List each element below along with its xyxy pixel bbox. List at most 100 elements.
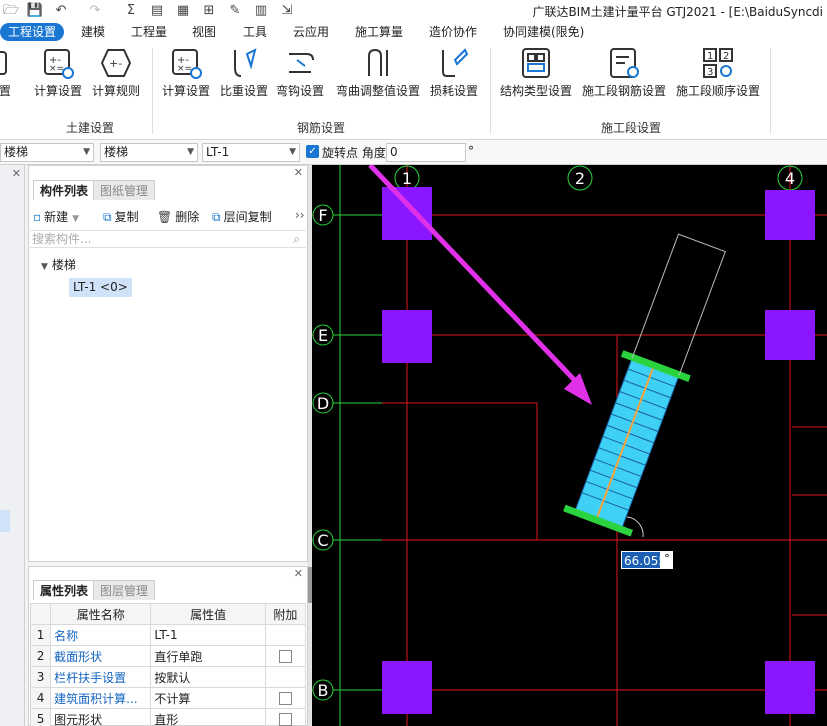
hook-settings-button[interactable]: 弯钩设置	[276, 46, 324, 99]
column[interactable]	[382, 310, 432, 363]
tab-property-list[interactable]: 属性列表	[33, 580, 96, 600]
header-name: 属性名称	[50, 603, 152, 625]
grid-icon[interactable]: ▦	[174, 2, 192, 20]
svg-text:+-: +-	[109, 57, 122, 70]
settings-icon	[0, 51, 7, 75]
drawing-canvas[interactable]: 1 2 4 F E D C B 66.055 °	[312, 165, 827, 726]
stage-order-settings-button[interactable]: 123 施工段顺序设置	[676, 46, 760, 99]
tab-project-settings[interactable]: 工程设置	[0, 23, 65, 41]
density-settings-button[interactable]: 比重设置	[220, 46, 268, 99]
degree-unit: °	[468, 144, 474, 158]
edit-icon[interactable]: ✎	[226, 2, 244, 20]
axis-label-left: B	[318, 681, 329, 700]
rebar-calc-settings-button[interactable]: +- ×= 计算设置	[162, 46, 210, 99]
sum-icon[interactable]: Σ	[122, 2, 140, 20]
close-icon[interactable]: ✕	[294, 166, 303, 179]
check-icon[interactable]: ⊞	[200, 2, 218, 20]
save-icon[interactable]: 💾	[26, 2, 44, 20]
search-icon: ⌕	[293, 232, 300, 246]
app-title: 广联达BIM土建计量平台 GTJ2021 - [E:\BaiduSyncdi	[532, 5, 823, 19]
table-row[interactable]: 1 名称 LT-1	[29, 624, 307, 646]
axis-label-top: 4	[785, 169, 795, 188]
bend-adjust-settings-button[interactable]: 弯曲调整值设置	[336, 46, 420, 99]
tab-cost[interactable]: 造价协作	[429, 23, 477, 41]
structure-type-settings-button[interactable]: 结构类型设置	[500, 46, 572, 99]
rotate-point-checkbox[interactable]: ✓	[306, 145, 319, 158]
new-button[interactable]: ▫ 新建 ▼	[33, 208, 79, 226]
calc-rules-icon: +-	[100, 49, 132, 77]
floor-copy-button[interactable]: ⧉ 层间复制	[212, 208, 272, 226]
bend-icon	[368, 48, 388, 76]
stage-rebar-settings-button[interactable]: 施工段钢筋设置	[582, 46, 666, 99]
tab-layer-management[interactable]: 图层管理	[93, 580, 156, 600]
tab-tools[interactable]: 工具	[243, 23, 267, 41]
angle-input[interactable]: 66.055	[621, 551, 666, 569]
tab-drawing-management[interactable]: 图纸管理	[93, 180, 156, 200]
axis-label-left: D	[317, 394, 329, 413]
component-combo[interactable]: LT-1 ▼	[202, 143, 300, 162]
cad-drawing[interactable]: 1 2 4 F E D C B	[312, 165, 827, 726]
column[interactable]	[382, 187, 432, 240]
calc-rules-button[interactable]: +- 计算规则	[92, 46, 140, 99]
nav-selection-marker	[0, 510, 10, 532]
column[interactable]	[765, 661, 815, 714]
column[interactable]	[382, 661, 432, 714]
axis-label-top: 1	[402, 169, 412, 188]
group-label-civil: 土建设置	[66, 121, 115, 135]
column[interactable]	[765, 310, 815, 360]
svg-text:×=: ×=	[49, 64, 64, 74]
angle-field[interactable]: 0	[386, 143, 466, 162]
copy-button[interactable]: ⧉ 复制	[103, 208, 139, 226]
undo-icon[interactable]: ↶	[52, 2, 70, 20]
category-combo[interactable]: 楼梯 ▼	[100, 143, 198, 162]
film-icon[interactable]: ▥	[252, 2, 270, 20]
extra-checkbox[interactable]	[278, 713, 292, 726]
ribbon-separator	[770, 48, 771, 134]
calc-settings-icon: +-×=	[44, 49, 74, 79]
header-extra: 附加	[264, 603, 307, 625]
more-icon[interactable]: ››	[295, 208, 305, 226]
export-icon[interactable]: ⇲	[278, 2, 296, 20]
table-row[interactable]: 5 图元形状 直形	[29, 708, 307, 726]
axis-label-top: 2	[575, 169, 585, 188]
tree-item-lt1[interactable]: LT-1 <0>	[69, 278, 132, 297]
stage-order-icon: 1 23	[703, 48, 733, 78]
table-row[interactable]: 4 建筑面积计算... 不计算	[29, 687, 307, 709]
angle-unit: °	[661, 551, 673, 569]
column[interactable]	[765, 190, 815, 240]
tree-node-stairs[interactable]: ▼ 楼梯	[41, 256, 76, 273]
loss-settings-button[interactable]: 损耗设置	[430, 46, 478, 99]
header-value: 属性值	[150, 603, 266, 625]
tab-modeling[interactable]: 建模	[81, 23, 105, 41]
close-icon[interactable]: ✕	[294, 567, 303, 580]
open-icon[interactable]: 🗁	[2, 2, 20, 20]
tab-component-list[interactable]: 构件列表	[33, 180, 96, 200]
calc-settings-button[interactable]: +- ×= 计算设置	[34, 46, 82, 99]
table-row[interactable]: 2 截面形状 直行单跑	[29, 645, 307, 667]
trash-icon: 🗑	[157, 210, 173, 224]
chevron-down-icon: ▼	[187, 147, 194, 157]
close-icon[interactable]: ✕	[12, 167, 21, 180]
report-icon[interactable]: ▤	[148, 2, 166, 20]
expand-icon: ▼	[41, 262, 48, 272]
property-header-row: 属性名称 属性值 附加	[29, 603, 307, 625]
floor-combo[interactable]: 楼梯 ▼	[0, 143, 94, 162]
navigation-strip[interactable]: ✕	[0, 165, 25, 726]
title-bar: 🗁 💾 ↶ ↷ Σ ▤ ▦ ⊞ ✎ ▥ ⇲ 广联达BIM土建计量平台 GTJ20…	[0, 0, 827, 22]
header-index	[29, 603, 52, 625]
stair-lt1[interactable]	[563, 230, 736, 537]
extra-checkbox[interactable]	[278, 692, 292, 705]
table-row[interactable]: 3 栏杆扶手设置 按默认	[29, 666, 307, 688]
search-input[interactable]: 搜索构件... ⌕	[30, 230, 306, 248]
loss-icon	[442, 48, 469, 77]
tab-view[interactable]: 视图	[192, 23, 216, 41]
delete-button[interactable]: 🗑 删除	[157, 208, 199, 226]
extra-checkbox[interactable]	[278, 650, 292, 663]
redo-icon[interactable]: ↷	[86, 2, 104, 20]
tab-cloud[interactable]: 云应用	[293, 23, 329, 41]
tab-construction[interactable]: 施工算量	[355, 23, 403, 41]
tab-quantity[interactable]: 工程量	[131, 23, 167, 41]
partial-settings-button[interactable]: 置	[0, 46, 14, 99]
wall-outline	[332, 402, 538, 540]
tab-collab[interactable]: 协同建模(限免)	[503, 23, 584, 41]
